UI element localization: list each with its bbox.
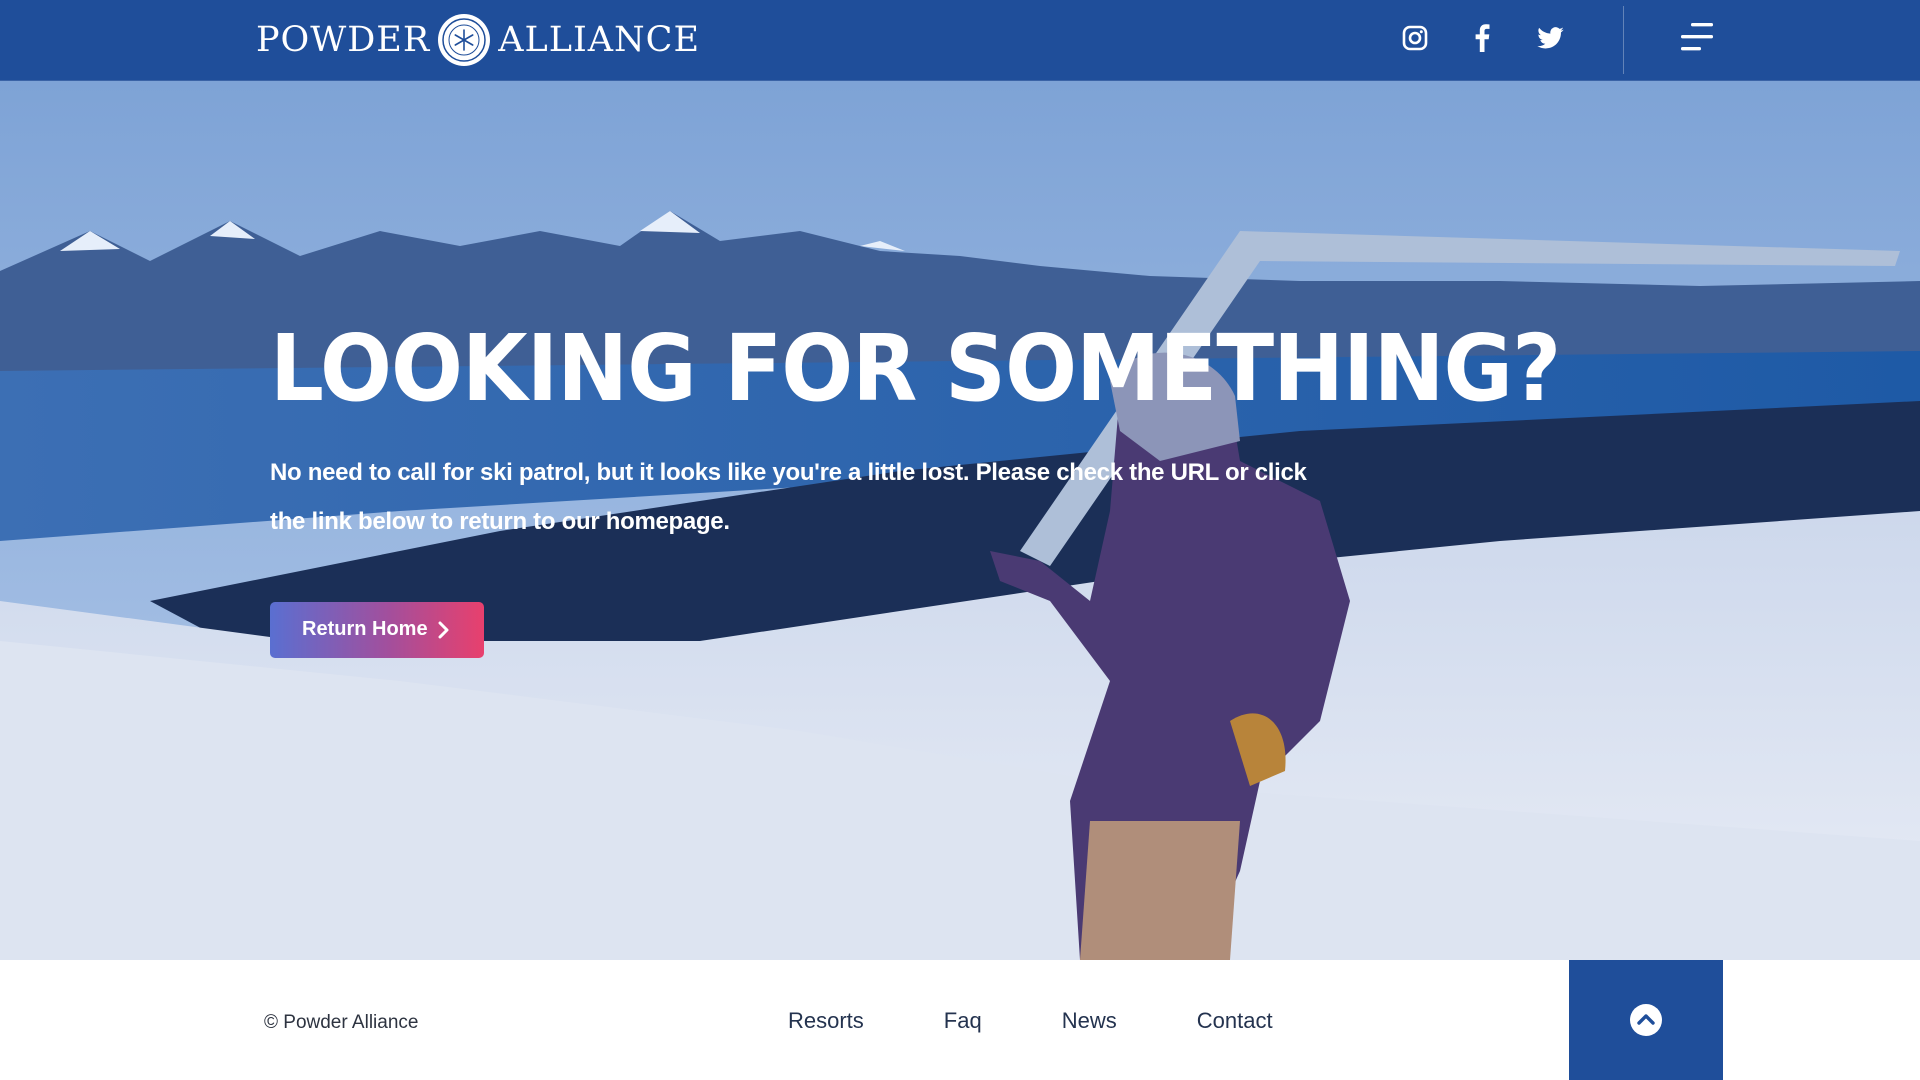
logo-text-left: POWDER: [256, 20, 431, 60]
return-home-button[interactable]: Return Home: [270, 601, 484, 658]
site-header: POWDER ALLIANCE: [0, 0, 1920, 81]
hero-title: LOOKING FOR SOMETHING?: [270, 315, 1561, 422]
menu-icon: [1681, 22, 1713, 50]
twitter-icon: [1536, 27, 1564, 49]
facebook-link[interactable]: [1462, 18, 1502, 58]
return-home-label: Return Home: [302, 618, 428, 641]
footer-link-contact[interactable]: Contact: [1197, 1008, 1273, 1034]
twitter-link[interactable]: [1530, 18, 1570, 58]
chevron-up-icon: [1630, 1004, 1662, 1036]
footer-link-resorts[interactable]: Resorts: [788, 1008, 864, 1034]
header-divider: [1623, 6, 1624, 74]
hero-content: LOOKING FOR SOMETHING? No need to call f…: [270, 315, 1561, 658]
footer-link-news[interactable]: News: [1062, 1008, 1117, 1034]
menu-button[interactable]: [1672, 18, 1720, 58]
instagram-icon: [1402, 25, 1428, 51]
logo-seal-icon: [438, 14, 491, 66]
hero-text: No need to call for ski patrol, but it l…: [270, 458, 1307, 535]
back-to-top-button[interactable]: [1569, 960, 1723, 1080]
copyright-text: © Powder Alliance: [264, 1012, 419, 1033]
instagram-link[interactable]: [1395, 18, 1435, 58]
chevron-right-icon: [438, 621, 449, 639]
facebook-icon: [1475, 24, 1490, 52]
logo-text-right: ALLIANCE: [498, 20, 701, 60]
footer-link-faq[interactable]: Faq: [944, 1008, 982, 1034]
logo[interactable]: POWDER ALLIANCE: [256, 10, 700, 70]
site-footer: © Powder Alliance Resorts Faq News Conta…: [0, 960, 1920, 1080]
footer-nav: Resorts Faq News Contact: [788, 1008, 1273, 1034]
hero-section: LOOKING FOR SOMETHING? No need to call f…: [0, 81, 1920, 960]
